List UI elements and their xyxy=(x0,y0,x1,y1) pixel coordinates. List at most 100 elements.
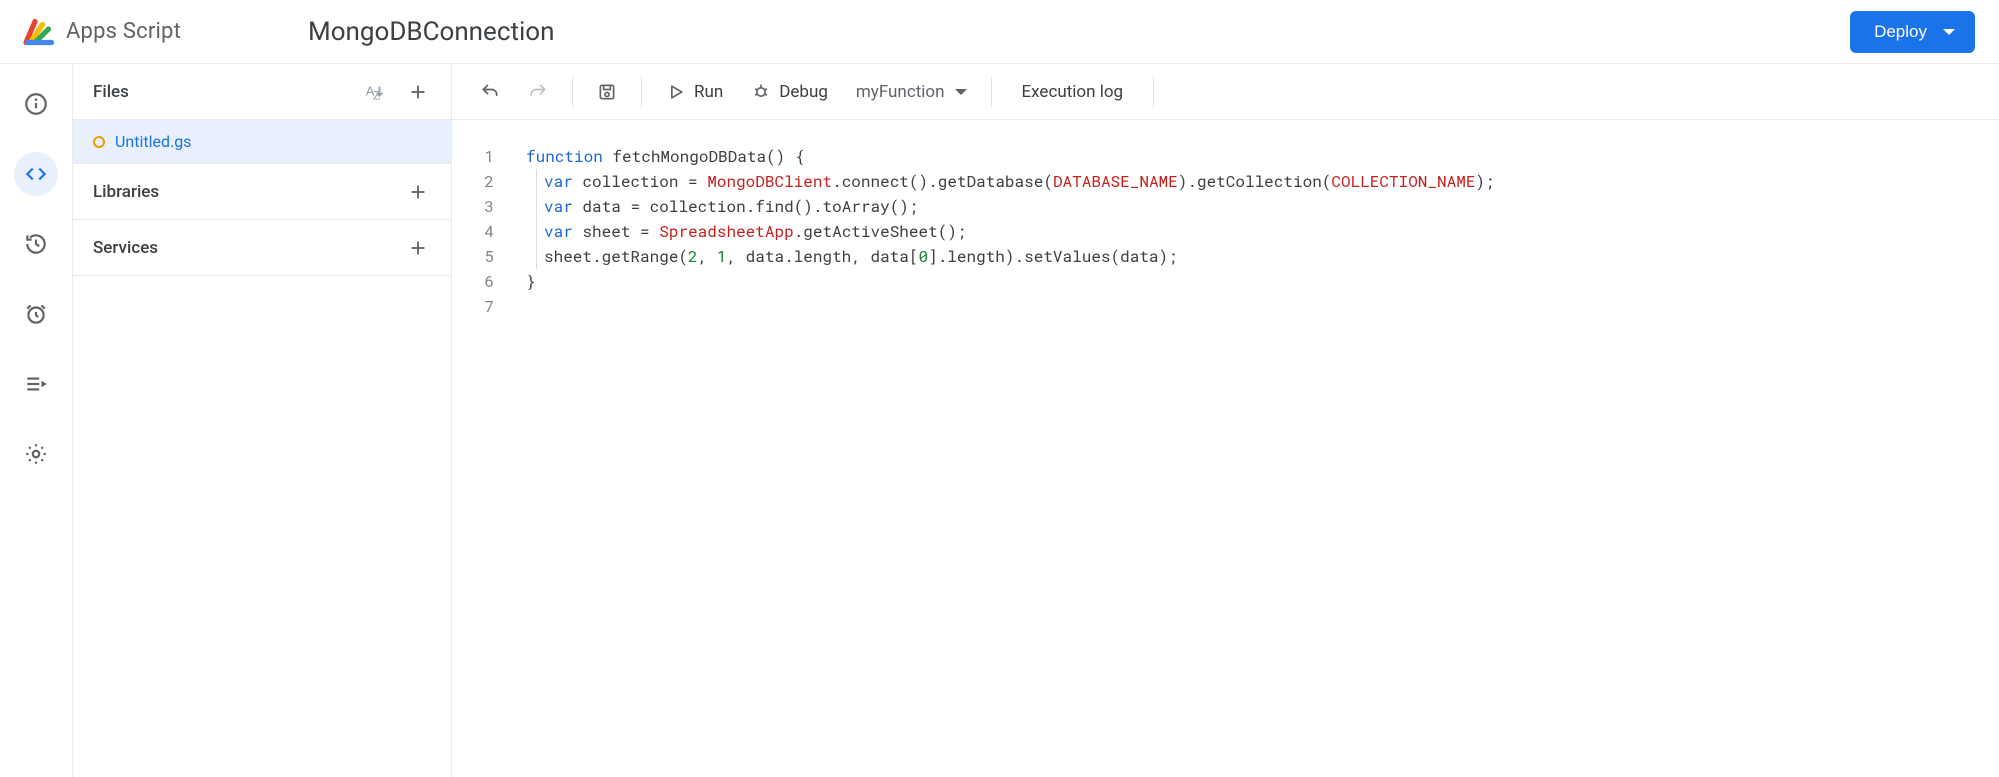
code-icon xyxy=(23,161,49,187)
rail-settings[interactable] xyxy=(14,432,58,476)
debug-button[interactable]: Debug xyxy=(741,76,838,108)
logo-area: Apps Script xyxy=(20,14,300,50)
editor-toolbar: Run Debug myFunction Execution log xyxy=(452,64,1999,120)
sort-az-icon: AZ xyxy=(363,81,385,103)
left-rail xyxy=(0,64,72,777)
rail-executions[interactable] xyxy=(14,362,58,406)
plus-icon xyxy=(407,181,429,203)
tok: = xyxy=(630,196,640,217)
run-button[interactable]: Run xyxy=(656,76,733,108)
line-number: 4 xyxy=(452,219,494,244)
tok: 0 xyxy=(918,246,928,267)
line-number: 3 xyxy=(452,194,494,219)
files-header: Files AZ xyxy=(73,64,451,120)
tok: COLLECTION_NAME xyxy=(1331,171,1475,192)
line-number: 2 xyxy=(452,169,494,194)
tok: , data.length, data[ xyxy=(726,246,918,267)
tok: var xyxy=(544,196,573,217)
tok: 2 xyxy=(688,246,698,267)
services-label: Services xyxy=(93,238,158,258)
gear-icon xyxy=(23,441,49,467)
execution-log-label: Execution log xyxy=(1022,82,1124,102)
chevron-down-icon xyxy=(1943,29,1955,35)
line-number: 6 xyxy=(452,269,494,294)
history-icon xyxy=(23,231,49,257)
tok: () xyxy=(766,146,785,167)
tok: sheet.getRange( xyxy=(544,246,688,267)
play-icon xyxy=(666,82,686,102)
redo-button[interactable] xyxy=(518,76,558,108)
run-label: Run xyxy=(694,82,723,102)
info-icon xyxy=(23,91,49,117)
tok: collection.find().toArray(); xyxy=(650,196,919,217)
files-panel: Files AZ Untitled.gs Libraries xyxy=(72,64,452,777)
rail-editor[interactable] xyxy=(14,152,58,196)
tok: data xyxy=(582,196,620,217)
file-name: Untitled.gs xyxy=(115,132,191,151)
tok: sheet xyxy=(582,221,630,242)
tok: var xyxy=(544,171,573,192)
chevron-down-icon xyxy=(955,89,967,95)
redo-icon xyxy=(528,82,548,102)
tok: ).getCollection( xyxy=(1178,171,1332,192)
undo-icon xyxy=(480,82,500,102)
clock-icon xyxy=(23,301,49,327)
libraries-header: Libraries xyxy=(73,164,451,220)
toolbar-divider xyxy=(1153,77,1154,107)
project-name[interactable]: MongoDBConnection xyxy=(308,17,554,47)
tok: ); xyxy=(1475,171,1494,192)
tok: ].length).setValues(data); xyxy=(928,246,1178,267)
function-select[interactable]: myFunction xyxy=(846,76,977,108)
file-item[interactable]: Untitled.gs xyxy=(73,120,451,164)
save-button[interactable] xyxy=(587,76,627,108)
editor-area: Run Debug myFunction Execution log 1 2 3… xyxy=(452,64,1999,777)
undo-button[interactable] xyxy=(470,76,510,108)
files-label: Files xyxy=(93,82,129,102)
tok: = xyxy=(688,171,698,192)
tok: var xyxy=(544,221,573,242)
deploy-button[interactable]: Deploy xyxy=(1850,11,1975,53)
function-selected-label: myFunction xyxy=(856,82,945,102)
tok: = xyxy=(640,221,650,242)
rail-overview[interactable] xyxy=(14,82,58,126)
rail-history[interactable] xyxy=(14,222,58,266)
logo-text: Apps Script xyxy=(66,19,181,44)
add-library-button[interactable] xyxy=(401,175,435,209)
tok: .connect().getDatabase( xyxy=(832,171,1053,192)
tok: SpreadsheetApp xyxy=(659,221,793,242)
tok: collection xyxy=(582,171,678,192)
tok: function xyxy=(526,146,603,167)
tok: DATABASE_NAME xyxy=(1053,171,1178,192)
deploy-button-label: Deploy xyxy=(1874,22,1927,42)
plus-icon xyxy=(407,237,429,259)
toolbar-divider xyxy=(991,77,992,107)
save-icon xyxy=(597,82,617,102)
debug-label: Debug xyxy=(779,82,828,102)
libraries-label: Libraries xyxy=(93,182,159,202)
tok: , xyxy=(698,246,717,267)
tok: 1 xyxy=(717,246,727,267)
plus-icon xyxy=(407,81,429,103)
execution-log-button[interactable]: Execution log xyxy=(1006,76,1140,108)
apps-script-logo-icon xyxy=(20,14,56,50)
sort-az-button[interactable]: AZ xyxy=(357,75,391,109)
unsaved-indicator-icon xyxy=(93,136,105,148)
line-number: 5 xyxy=(452,244,494,269)
executions-icon xyxy=(23,371,49,397)
tok: } xyxy=(526,271,536,292)
line-gutter: 1 2 3 4 5 6 7 xyxy=(452,144,508,777)
line-number: 7 xyxy=(452,294,494,319)
add-file-button[interactable] xyxy=(401,75,435,109)
services-header: Services xyxy=(73,220,451,276)
tok: fetchMongoDBData xyxy=(612,146,766,167)
tok: MongoDBClient xyxy=(707,171,832,192)
app-header: Apps Script MongoDBConnection Deploy xyxy=(0,0,1999,64)
add-service-button[interactable] xyxy=(401,231,435,265)
code-editor[interactable]: 1 2 3 4 5 6 7 function fetchMongoDBData(… xyxy=(452,120,1999,777)
code-content[interactable]: function fetchMongoDBData() { var collec… xyxy=(508,144,1999,777)
toolbar-divider xyxy=(641,77,642,107)
bug-icon xyxy=(751,82,771,102)
toolbar-divider xyxy=(572,77,573,107)
rail-triggers[interactable] xyxy=(14,292,58,336)
line-number: 1 xyxy=(452,144,494,169)
